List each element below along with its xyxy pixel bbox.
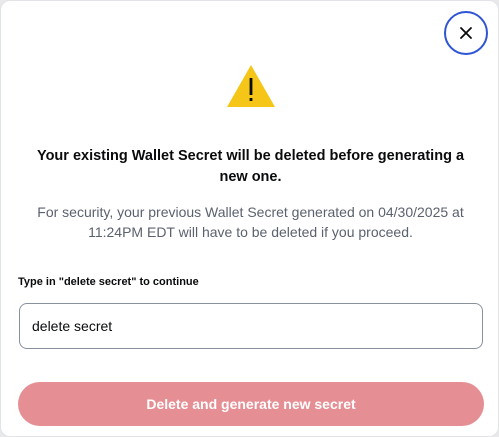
dialog-description: For security, your previous Wallet Secre…	[37, 204, 464, 240]
close-button[interactable]	[444, 11, 488, 55]
delete-secret-dialog: Your existing Wallet Secret will be dele…	[0, 0, 499, 437]
warning-icon	[227, 65, 275, 107]
confirm-field-label: Type in "delete secret" to continue	[18, 276, 199, 288]
confirm-input[interactable]	[19, 303, 483, 349]
dialog-title: Your existing Wallet Secret will be dele…	[36, 148, 465, 185]
delete-and-generate-button[interactable]: Delete and generate new secret	[18, 382, 484, 426]
close-icon	[460, 27, 472, 39]
